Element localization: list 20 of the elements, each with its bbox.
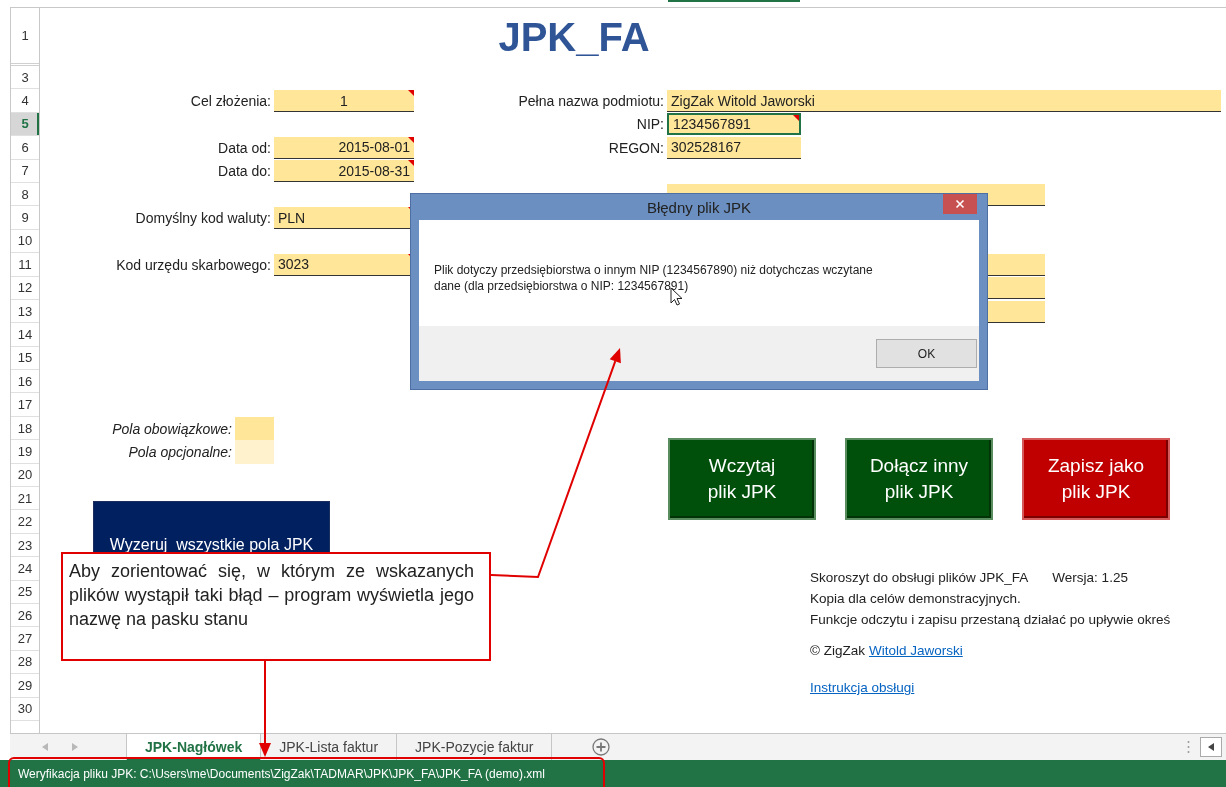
info-text: Kopia dla celów demonstracyjnych. <box>810 591 1021 607</box>
field-label: NIP: <box>636 116 664 133</box>
field-label: Data od: <box>218 139 271 156</box>
dialog-title: Błędny plik JPK <box>646 198 752 216</box>
field-label: Pełna nazwa podmiotu: <box>518 93 664 110</box>
status-text: Weryfikacja pliku JPK: C:\Users\me\Documents\ZigZak\TADMAR\JPK\JPK_FA\JPK_FA (demo).xml <box>18 766 546 781</box>
dialog-message: Plik dotyczy przedsiębiorstwa o innym NIP (1234567890) niż dotychczas wczytane dane (dla przedsiębiorstwa o NIP: 1234567891) <box>434 262 874 294</box>
version-text: Wersja: 1.25 <box>1052 570 1128 586</box>
field-label: Cel złożenia: <box>190 93 271 110</box>
legend-label: Pola opcjonalne: <box>128 443 232 460</box>
field-label: Data do: <box>218 163 271 180</box>
field-label: Domyślny kod waluty: <box>135 210 271 227</box>
sheet-title: JPK_FA <box>497 13 651 61</box>
copyright-text: © ZigZak <box>810 643 865 659</box>
field-label: Kod urzędu skarbowego: <box>116 256 271 273</box>
legend-label: Pola obowiązkowe: <box>112 420 232 437</box>
callout-text: Aby zorientować się, w którym ze wskazanych plików wystąpił taki błąd – program wyświetla jego nazwę na pasku stanu <box>69 560 474 631</box>
info-text: Funkcje odczytu i zapisu przestaną działać po upływie okreś <box>810 612 1171 628</box>
info-text: Skoroszyt do obsługi plików JPK_FA <box>810 570 1029 586</box>
field-label: REGON: <box>608 139 664 156</box>
